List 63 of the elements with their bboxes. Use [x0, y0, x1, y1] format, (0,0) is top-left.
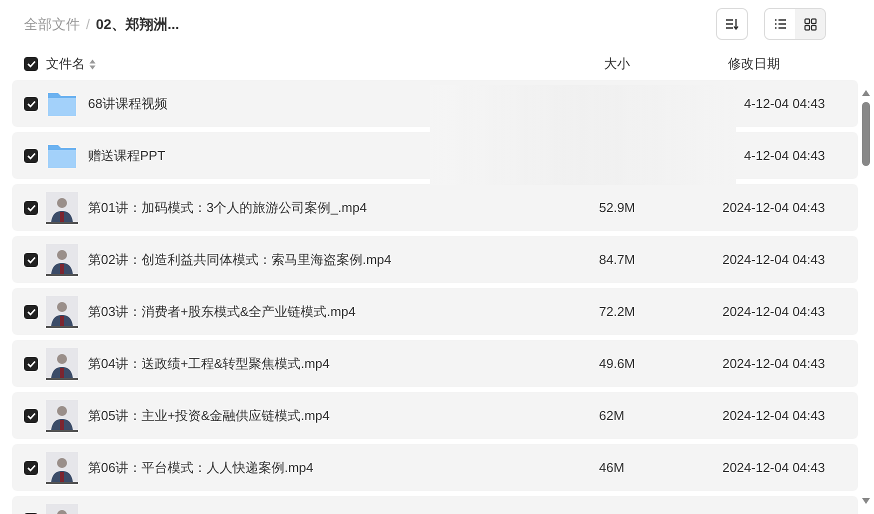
file-name: 第04讲：送政绩+工程&转型聚焦模式.mp4 [88, 354, 331, 373]
checkbox[interactable] [24, 408, 38, 422]
sort-button[interactable] [716, 8, 748, 40]
file-name: 第02讲：创造利益共同体模式：索马里海盗案例.mp4 [88, 250, 392, 269]
modified-date: 4-12-04 04:43 [743, 94, 825, 113]
checkbox[interactable] [24, 252, 38, 266]
file-row[interactable]: 第03讲：消费者+股东模式&全产业链模式.mp4 72.2M 2024-12-04 04:43 [12, 288, 858, 335]
file-name: 第05讲：主业+投资&金融供应链模式.mp4 [88, 406, 331, 425]
modified-date: 2024-12-04 04:43 [721, 458, 825, 477]
file-row[interactable]: 第02讲：创造利益共同体模式：索马里海盗案例.mp4 84.7M 2024-12-04 04:43 [12, 236, 858, 283]
checkmark-icon [26, 360, 36, 368]
file-name: 68讲课程视频 [88, 94, 168, 113]
video-thumbnail [46, 400, 78, 432]
modified-date: 4-12-04 04:43 [743, 146, 825, 165]
file-size: 49.6M [599, 354, 636, 373]
modified-date: 2024-12-04 04:43 [721, 250, 825, 269]
video-thumbnail [46, 192, 78, 224]
checkmark-icon [26, 152, 36, 160]
checkmark-icon [26, 308, 36, 316]
list-icon [774, 18, 786, 30]
video-thumbnail [46, 244, 78, 276]
file-row[interactable]: 第01讲：加码模式：3个人的旅游公司案例_.mp4 52.9M 2024-12-04 04:43 [12, 184, 858, 231]
breadcrumb-current: 02、郑翔洲... [96, 14, 180, 34]
list-view-button[interactable] [765, 9, 795, 39]
file-size: 46M [599, 458, 626, 477]
checkmark-icon [26, 60, 36, 68]
sort-icon [725, 18, 739, 30]
file-name: 第01讲：加码模式：3个人的旅游公司案例_.mp4 [88, 198, 368, 217]
checkbox[interactable] [24, 96, 38, 110]
modified-date: 2024-12-04 04:43 [721, 406, 825, 425]
file-size: 72.2M [599, 302, 636, 321]
checkbox[interactable] [24, 356, 38, 370]
checkbox[interactable] [24, 200, 38, 214]
checkbox[interactable] [24, 148, 38, 162]
checkmark-icon [26, 204, 36, 212]
video-thumbnail [46, 296, 78, 328]
modified-date: 2024-12-04 04:43 [721, 198, 825, 217]
checkbox[interactable] [24, 57, 38, 71]
file-row[interactable]: 第06讲：平台模式：人人快递案例.mp4 46M 2024-12-04 04:43 [12, 444, 858, 491]
file-row[interactable]: 第05讲：主业+投资&金融供应链模式.mp4 62M 2024-12-04 04:43 [12, 392, 858, 439]
file-size: 52.9M [599, 198, 636, 217]
checkmark-icon [26, 412, 36, 420]
file-size: 84.7M [599, 250, 636, 269]
checkmark-icon [26, 464, 36, 472]
modified-date: 2024-12-04 04:43 [721, 302, 825, 321]
file-name: 第06讲：平台模式：人人快递案例.mp4 [88, 458, 314, 477]
video-thumbnail [46, 348, 78, 380]
checkbox[interactable] [24, 304, 38, 318]
grid-icon [804, 18, 816, 30]
file-row[interactable]: 第04讲：送政绩+工程&转型聚焦模式.mp4 49.6M 2024-12-04 04:43 [12, 340, 858, 387]
file-size: 62M [599, 406, 626, 425]
file-name: 第03讲：消费者+股东模式&全产业链模式.mp4 [88, 302, 357, 321]
sort-icon[interactable] [89, 58, 96, 70]
checkmark-icon [26, 256, 36, 264]
checkbox[interactable] [24, 460, 38, 474]
breadcrumb-separator: / [86, 14, 90, 34]
column-header[interactable]: 修改日期 [728, 54, 780, 74]
checkmark-icon [26, 100, 36, 108]
column-header[interactable]: 大小 [604, 54, 728, 74]
file-name: 赠送课程PPT [88, 146, 166, 165]
modified-date: 2024-12-04 04:43 [721, 354, 825, 373]
column-header[interactable]: 文件名 [46, 54, 85, 74]
video-thumbnail [46, 452, 78, 484]
